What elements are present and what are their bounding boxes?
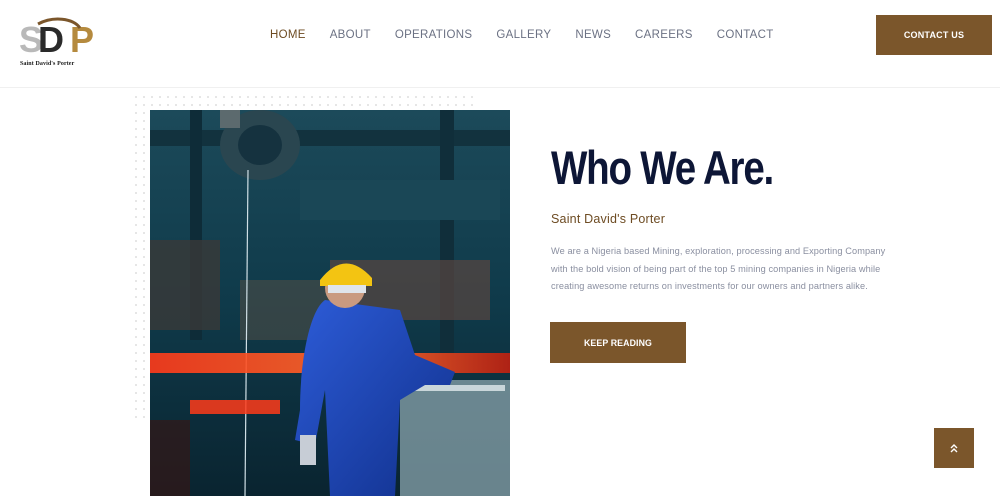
nav-item-about[interactable]: ABOUT [330, 28, 371, 42]
logo[interactable]: S D P Saint David's Porter [18, 16, 108, 72]
scroll-top-button[interactable] [934, 428, 974, 468]
logo-tagline: Saint David's Porter [20, 61, 75, 67]
nav-item-operations[interactable]: OPERATIONS [395, 28, 473, 42]
nav-item-gallery[interactable]: GALLERY [496, 28, 551, 42]
about-subheading: Saint David's Porter [551, 212, 666, 226]
main-nav: HOME ABOUT OPERATIONS GALLERY NEWS CAREE… [270, 28, 798, 42]
keep-reading-button[interactable]: KEEP READING [550, 322, 686, 363]
svg-text:D: D [38, 19, 64, 60]
about-heading: Who We Are. [551, 141, 774, 194]
double-chevron-up-icon [950, 444, 958, 453]
nav-item-contact[interactable]: CONTACT [717, 28, 774, 42]
worker-photo [150, 110, 510, 496]
contact-us-button[interactable]: CONTACT US [876, 15, 992, 55]
svg-text:P: P [70, 19, 94, 60]
nav-item-home[interactable]: HOME [270, 28, 306, 42]
logo-mark-icon: S D P [19, 17, 94, 60]
nav-item-careers[interactable]: CAREERS [635, 28, 693, 42]
site-header: S D P Saint David's Porter HOME ABOUT OP… [0, 0, 1000, 88]
about-body: We are a Nigeria based Mining, explorati… [551, 246, 886, 291]
nav-item-news[interactable]: NEWS [575, 28, 611, 42]
